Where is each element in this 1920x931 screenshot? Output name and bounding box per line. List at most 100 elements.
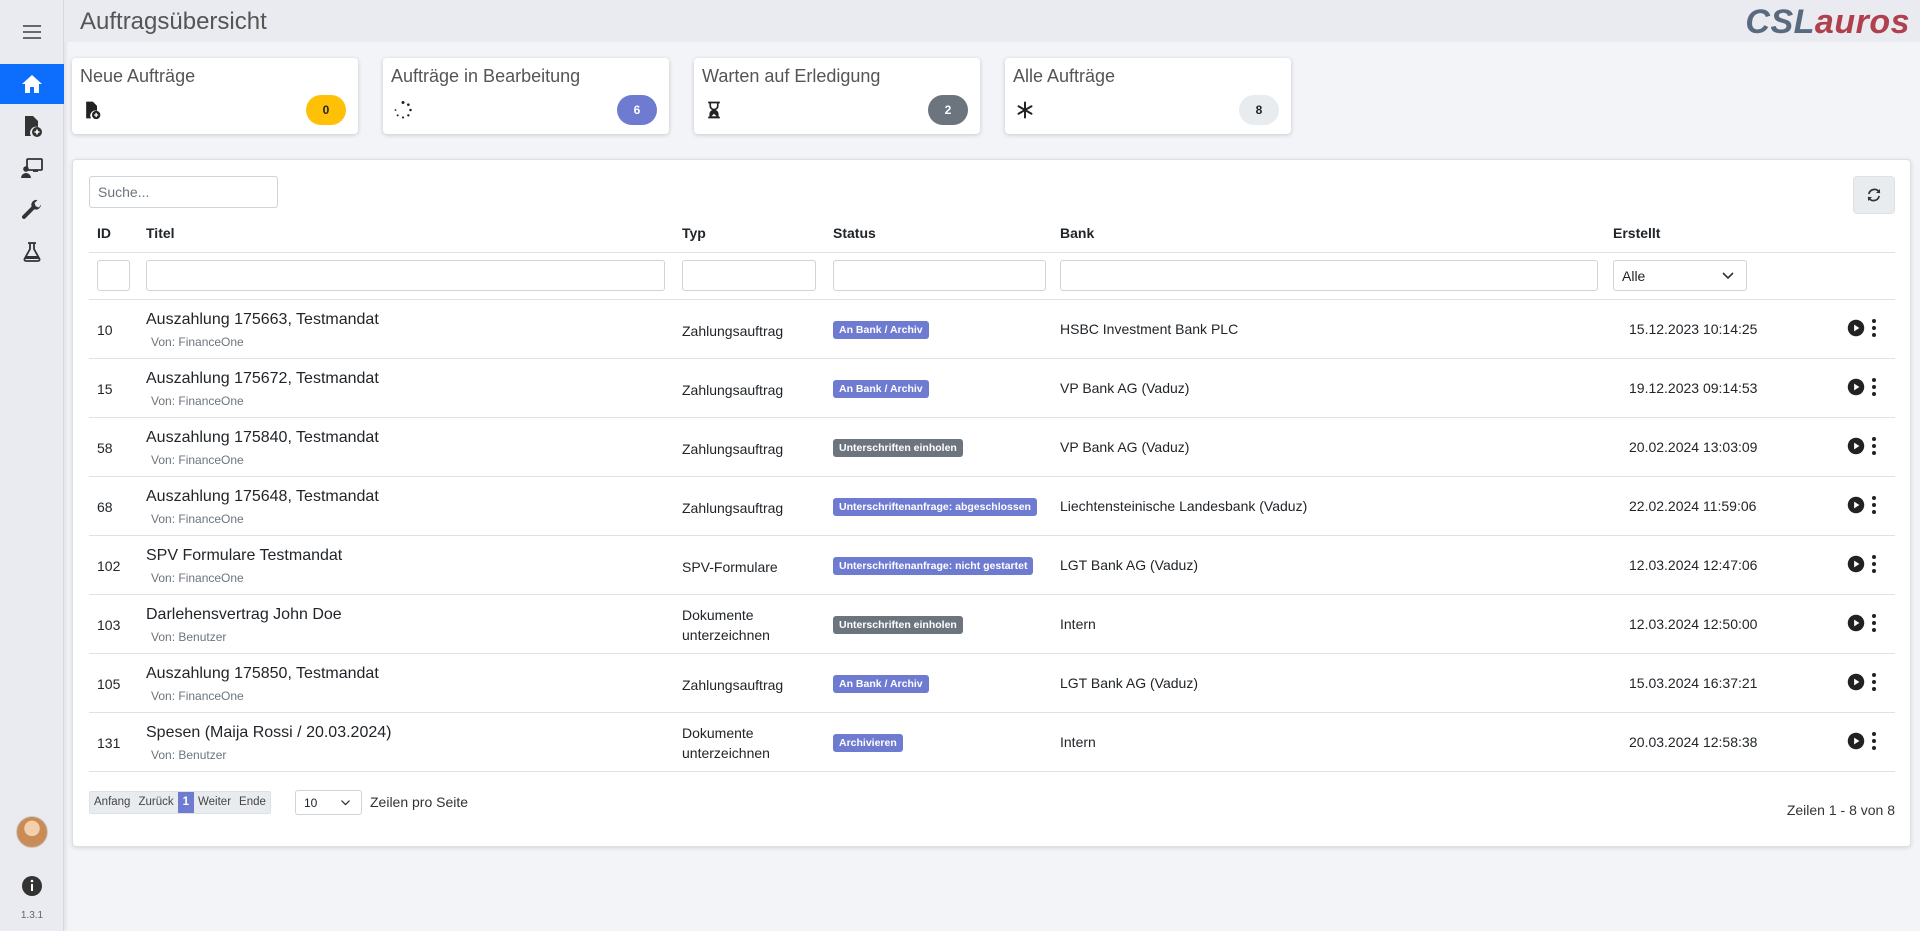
cell-from: Von: Benutzer [151,630,227,644]
stat-card-waiting[interactable]: Warten auf Erledigung 2 [694,58,980,134]
cell-created: 12.03.2024 12:50:00 [1629,616,1758,632]
more-vertical-icon[interactable] [1871,377,1877,397]
cell-bank: HSBC Investment Bank PLC [1060,321,1239,337]
cell-from: Von: FinanceOne [151,394,244,408]
cell-from: Von: Benutzer [151,748,227,762]
refresh-icon [1867,188,1881,202]
rows-per-page-label: Zeilen pro Seite [370,794,469,810]
cell-type: Dokumente unterzeichnen [682,725,770,761]
table-row[interactable]: 15 Auszahlung 175672, Testmandat Von: Fi… [89,359,1895,418]
pagination: Anfang Zurück 1 Weiter Ende [89,791,271,814]
cell-bank: Intern [1060,616,1096,632]
rows-per-page-value: 10 [304,796,318,810]
pagination-last-button[interactable]: Ende [235,792,270,813]
more-vertical-icon[interactable] [1871,318,1877,338]
cell-created: 19.12.2023 09:14:53 [1629,380,1758,396]
cell-bank: VP Bank AG (Vaduz) [1060,439,1190,455]
stat-card-label: Alle Aufträge [1013,66,1116,86]
filter-status-input[interactable] [833,260,1046,291]
more-vertical-icon[interactable] [1871,436,1877,456]
play-icon[interactable] [1847,555,1865,573]
menu-toggle-button[interactable] [0,12,64,52]
more-vertical-icon[interactable] [1871,731,1877,751]
more-vertical-icon[interactable] [1871,554,1877,574]
stat-card-label: Neue Aufträge [80,66,196,86]
status-badge: An Bank / Archiv [833,321,929,339]
play-icon[interactable] [1847,319,1865,337]
sidebar-item-lab[interactable] [0,232,64,272]
page-title: Auftragsübersicht [80,8,267,35]
header: Auftragsübersicht CSLauros [64,0,1920,42]
play-icon[interactable] [1847,437,1865,455]
filter-id-input[interactable] [97,260,130,291]
divider [89,252,1895,253]
wrench-icon [22,199,42,219]
cell-id: 102 [97,558,121,574]
cell-type: SPV-Formulare [682,559,778,575]
table-row[interactable]: 131 Spesen (Maija Rossi / 20.03.2024) Vo… [89,713,1895,772]
play-icon[interactable] [1847,732,1865,750]
filter-title-input[interactable] [146,260,665,291]
play-icon[interactable] [1847,496,1865,514]
column-header-title[interactable]: Titel [146,225,175,241]
search-input[interactable] [89,176,278,208]
column-header-status[interactable]: Status [833,225,876,241]
more-vertical-icon[interactable] [1871,495,1877,515]
cell-type: Zahlungsauftrag [682,500,784,516]
pagination-page-button[interactable]: 1 [177,792,195,813]
stat-card-all[interactable]: Alle Aufträge 8 [1005,58,1291,134]
pagination-prev-button[interactable]: Zurück [134,792,178,813]
table-row[interactable]: 102 SPV Formulare Testmandat Von: Financ… [89,536,1895,595]
pagination-next-button[interactable]: Weiter [194,792,236,813]
cell-from: Von: FinanceOne [151,453,244,467]
stat-card-label: Aufträge in Bearbeitung [391,66,581,86]
more-vertical-icon[interactable] [1871,672,1877,692]
orders-panel: ID Titel Typ Status Bank Erstellt Alle 1… [72,159,1911,847]
column-header-id[interactable]: ID [97,225,111,241]
cell-from: Von: FinanceOne [151,512,244,526]
column-header-bank[interactable]: Bank [1060,225,1094,241]
filter-created-select[interactable]: Alle [1613,260,1747,291]
info-icon [22,876,42,896]
play-icon[interactable] [1847,614,1865,632]
sidebar-item-home[interactable] [0,64,64,104]
cell-type: Zahlungsauftrag [682,323,784,339]
stat-card-new[interactable]: Neue Aufträge 0 [72,58,358,134]
status-badge: Unterschriftenanfrage: nicht gestartet [833,557,1034,575]
cell-id: 58 [97,440,113,456]
cell-created: 12.03.2024 12:47:06 [1629,557,1758,573]
sidebar-item-new-order[interactable] [0,106,64,146]
filter-type-input[interactable] [682,260,816,291]
pagination-first-button[interactable]: Anfang [90,792,135,813]
info-button[interactable] [0,866,64,906]
table-row[interactable]: 105 Auszahlung 175850, Testmandat Von: F… [89,654,1895,713]
filter-bank-input[interactable] [1060,260,1598,291]
cell-title: Auszahlung 175663, Testmandat [146,311,379,328]
cell-created: 15.12.2023 10:14:25 [1629,321,1758,337]
more-vertical-icon[interactable] [1871,613,1877,633]
cell-title: Darlehensvertrag John Doe [146,606,342,623]
refresh-button[interactable] [1853,176,1895,214]
cell-created: 22.02.2024 11:59:06 [1629,498,1757,514]
sidebar-item-presentation[interactable] [0,148,64,188]
sidebar-item-settings[interactable] [0,190,64,230]
table-row[interactable]: 68 Auszahlung 175648, Testmandat Von: Fi… [89,477,1895,536]
rows-per-page-select[interactable]: 10 [295,790,362,815]
play-icon[interactable] [1847,378,1865,396]
avatar[interactable] [16,816,48,848]
status-badge: Unterschriften einholen [833,616,963,634]
user-screen-icon [21,158,43,178]
table-row[interactable]: 103 Darlehensvertrag John Doe Von: Benut… [89,595,1895,654]
stat-card-count: 0 [306,95,346,125]
stat-card-in-progress[interactable]: Aufträge in Bearbeitung 6 [383,58,669,134]
cell-id: 68 [97,499,113,515]
hourglass-icon [708,101,720,119]
play-icon[interactable] [1847,673,1865,691]
pagination-range: Zeilen 1 - 8 von 8 [1786,802,1895,818]
table-row[interactable]: 10 Auszahlung 175663, Testmandat Von: Fi… [89,300,1895,359]
cell-title: Auszahlung 175850, Testmandat [146,665,379,682]
table-row[interactable]: 58 Auszahlung 175840, Testmandat Von: Fi… [89,418,1895,477]
cell-type: Zahlungsauftrag [682,441,784,457]
column-header-created[interactable]: Erstellt [1613,225,1660,241]
column-header-type[interactable]: Typ [682,225,706,241]
